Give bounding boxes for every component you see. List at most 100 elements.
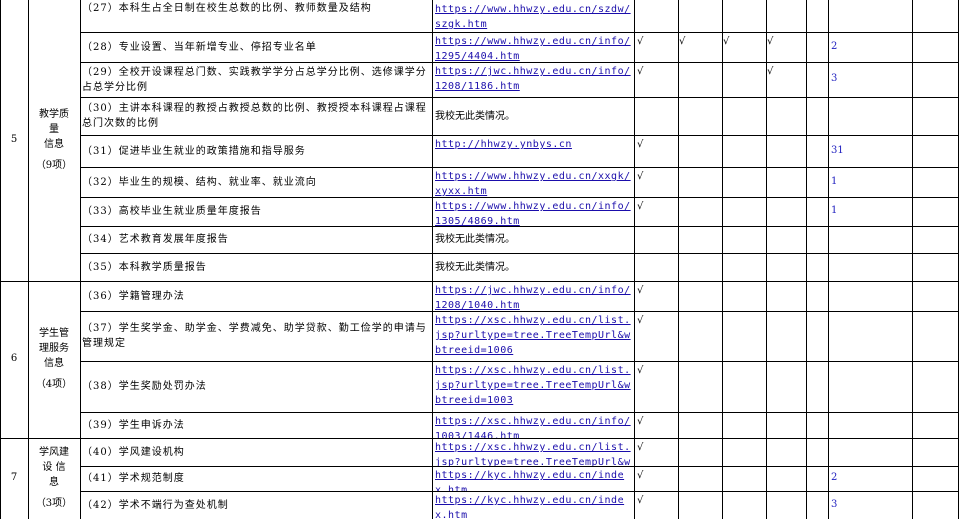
grid-vline: [912, 0, 913, 519]
row-check-mark: √: [637, 365, 644, 376]
row-count: 3: [831, 498, 838, 510]
row-check-mark: √: [637, 495, 644, 506]
row-check-mark: √: [637, 416, 644, 427]
section-title-line: （3项）: [35, 497, 73, 509]
section-title-line: 学风建: [39, 446, 69, 458]
disclosure-table: （27）本科生占全日制在校生总数的比例、教师数量及结构 https://www.h…: [0, 0, 960, 519]
section-title-line: 息: [49, 476, 59, 488]
grid-hline: [80, 412, 958, 413]
row-count: 1: [831, 205, 838, 216]
row-item-text: （38）学生奖励处罚办法: [82, 381, 207, 392]
row-count: 31: [831, 144, 844, 156]
grid-vline: [678, 0, 679, 519]
row-check-mark: √: [679, 36, 686, 47]
grid-hline: [0, 281, 958, 282]
row-item-text: （27）本科生占全日制在校生总数的比例、教师数量及结构: [82, 3, 372, 14]
section-index: 6: [10, 352, 18, 364]
row-item-text: （40）学风建设机构: [82, 446, 185, 458]
row-item-text: （37）学生奖学金、助学金、学费减免、助学贷款、勤工俭学的申请与管理规定: [82, 323, 427, 349]
section-title: 学生管理服务信息 （4项）: [30, 326, 78, 392]
row-link[interactable]: https://xsc.hhwzy.edu.cn/list.jsp?urltyp…: [435, 313, 631, 361]
row-item-text: （30）主讲本科课程的教授占教授总数的比例、教授授本科课程占课程总门次数的比例: [82, 103, 427, 129]
row-check-mark: √: [637, 285, 644, 296]
grid-vline: [722, 0, 723, 519]
row-link[interactable]: https://jwc.hhwzy.edu.cn/info/1208/1186.…: [435, 64, 631, 97]
grid-hline: [80, 311, 958, 312]
row-item-text: （28）专业设置、当年新增专业、停招专业名单: [82, 41, 317, 53]
section-title-line: 信息: [44, 138, 64, 150]
grid-hline: [0, 438, 958, 439]
row-check-mark: √: [723, 36, 730, 47]
row-check-mark: √: [637, 171, 644, 182]
row-link[interactable]: https://jwc.hhwzy.edu.cn/info/1208/1040.…: [435, 283, 631, 311]
row-link[interactable]: https://www.hhwzy.edu.cn/info/1305/4869.…: [435, 199, 631, 226]
row-check-mark: √: [637, 315, 644, 326]
row-check-mark: √: [637, 470, 644, 481]
section-title-line: 学生管: [39, 327, 69, 339]
grid-hline: [80, 135, 958, 136]
row-item-text: （29）全校开设课程总门数、实践教学学分占总学分比例、选修课学分占总学分比例: [82, 66, 427, 93]
section-title-line: （9项）: [35, 159, 73, 171]
row-note: 我校无此类情况。: [435, 261, 515, 273]
row-check-mark: √: [637, 201, 644, 212]
grid-hline: [80, 167, 958, 168]
row-item-text: （41）学术规范制度: [82, 473, 185, 484]
section-title-line: 信息: [44, 357, 64, 369]
row-item-text: （31）促进毕业生就业的政策措施和指导服务: [82, 145, 306, 157]
row-item-text: （36）学籍管理办法: [82, 290, 185, 302]
grid-vline: [28, 0, 29, 519]
grid-hline: [80, 62, 958, 63]
grid-hline: [80, 466, 958, 467]
grid-vline: [634, 0, 635, 519]
row-check-mark: √: [637, 36, 644, 47]
row-link[interactable]: https://xsc.hhwzy.edu.cn/info/1003/1446.…: [435, 414, 631, 438]
grid-hline: [80, 32, 958, 33]
grid-hline: [80, 226, 958, 227]
row-note: 我校无此类情况。: [435, 110, 515, 122]
grid-vline: [806, 0, 807, 519]
section-title-line: 设 信: [42, 461, 66, 473]
row-item-text: （35）本科教学质量报告: [82, 261, 207, 273]
section-title-line: 理服务: [39, 342, 69, 354]
row-note: 我校无此类情况。: [435, 234, 515, 245]
row-link[interactable]: http://hhwzy.ynbys.cn: [435, 137, 631, 167]
row-count: 1: [831, 175, 838, 187]
row-link[interactable]: https://kyc.hhwzy.edu.cn/index.htm: [435, 493, 631, 519]
section-title: 学风建设 信息 （3项）: [30, 445, 78, 511]
row-item-text: （34）艺术教育发展年度报告: [82, 234, 229, 245]
row-link[interactable]: https://xsc.hhwzy.edu.cn/list.jsp?urltyp…: [435, 363, 631, 412]
section-index: 5: [10, 133, 18, 145]
row-link[interactable]: https://xsc.hhwzy.edu.cn/list.jsp?urltyp…: [435, 440, 631, 466]
row-item-text: （33）高校毕业生就业质量年度报告: [82, 206, 262, 217]
grid-hline: [80, 97, 958, 98]
section-title: 教学质量信息 （9项）: [30, 107, 78, 173]
row-check-mark: √: [767, 36, 774, 47]
section-title-line: 量: [49, 123, 59, 135]
row-link[interactable]: https://www.hhwzy.edu.cn/szdw/szgk.htm: [435, 2, 631, 32]
row-count: 2: [831, 472, 838, 483]
row-item-text: （32）毕业生的规模、结构、就业率、就业流向: [82, 176, 317, 188]
section-index: 7: [10, 471, 18, 483]
row-check-mark: √: [637, 66, 644, 77]
row-link[interactable]: https://kyc.hhwzy.edu.cn/index.htm: [435, 468, 631, 491]
grid-hline: [80, 253, 958, 254]
section-title-line: 教学质: [39, 108, 69, 120]
row-item-text: （39）学生申诉办法: [82, 419, 185, 431]
row-check-mark: √: [637, 442, 644, 453]
row-count: 3: [831, 73, 838, 84]
row-count: 2: [831, 40, 838, 52]
row-link[interactable]: https://www.hhwzy.edu.cn/xxgk/xyxx.htm: [435, 169, 631, 197]
grid-vline: [828, 0, 829, 519]
grid-hline: [80, 197, 958, 198]
section-title-line: （4项）: [35, 378, 73, 390]
row-item-text: （42）学术不端行为查处机制: [82, 499, 229, 511]
grid-hline: [80, 491, 958, 492]
grid-vline: [958, 0, 959, 519]
row-check-mark: √: [637, 139, 644, 150]
row-link[interactable]: https://www.hhwzy.edu.cn/info/1295/4404.…: [435, 34, 631, 62]
row-check-mark: √: [767, 66, 774, 77]
grid-vline: [0, 0, 1, 519]
grid-hline: [80, 361, 958, 362]
grid-vline: [766, 0, 767, 519]
grid-vline: [80, 0, 81, 519]
